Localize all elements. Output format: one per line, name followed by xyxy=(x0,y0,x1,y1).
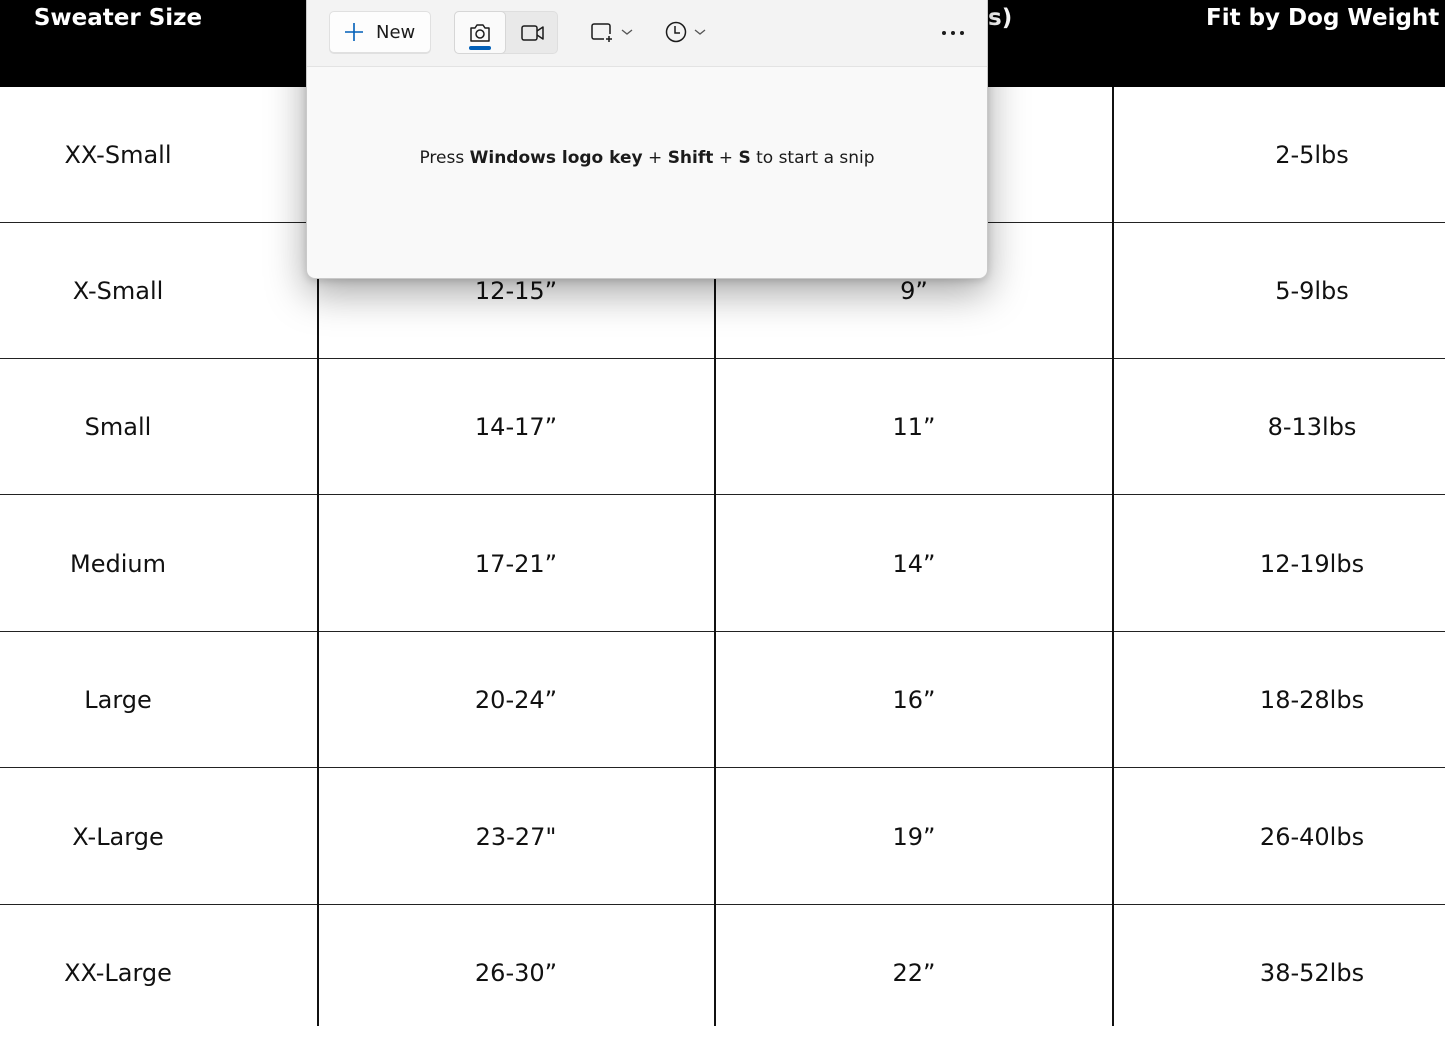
table-row: Medium 17-21” 14” 12-19lbs xyxy=(0,496,1445,632)
clock-icon xyxy=(665,21,687,43)
cell-size: Large xyxy=(84,685,152,714)
cell-col1: 23-27" xyxy=(475,822,557,851)
cell-weight: 5-9lbs xyxy=(1275,276,1349,305)
new-snip-button[interactable]: New xyxy=(329,11,431,53)
cell-weight: 38-52lbs xyxy=(1259,959,1365,987)
hint-key-shift: Shift xyxy=(667,148,714,168)
table-row: X-Large 23-27" 19” 26-40lbs xyxy=(0,769,1445,905)
snip-shape-dropdown[interactable] xyxy=(589,17,633,47)
more-options-icon xyxy=(942,31,946,35)
cell-size: XX-Small xyxy=(64,140,172,169)
rectangle-snip-icon xyxy=(591,23,612,42)
selected-indicator xyxy=(469,46,491,50)
cell-col1: 26-30” xyxy=(474,959,558,987)
cell-size: Small xyxy=(84,412,152,441)
cell-col2: 22” xyxy=(892,959,936,987)
header-fit-by-dog-weight: Fit by Dog Weight xyxy=(1206,5,1440,31)
table-row: XX-Large 26-30” 22” 38-52lbs xyxy=(0,905,1445,1041)
snip-delay-dropdown[interactable] xyxy=(664,17,706,47)
screenshot-mode-button[interactable] xyxy=(454,11,506,54)
plus-icon xyxy=(345,23,363,41)
snip-hint-text: Press Windows logo key + Shift + S to st… xyxy=(307,148,987,168)
snip-mode-toggle xyxy=(454,11,558,54)
cell-col1: 17-21” xyxy=(474,549,558,578)
hint-suffix: to start a snip xyxy=(750,148,875,168)
record-mode-button[interactable] xyxy=(507,11,559,54)
cell-size: X-Large xyxy=(72,822,164,851)
hint-plus: + xyxy=(713,148,739,168)
chevron-down-icon xyxy=(621,29,633,35)
more-options-dot xyxy=(951,31,955,35)
cell-weight: 12-19lbs xyxy=(1259,549,1365,578)
cell-col2: 11” xyxy=(892,412,936,441)
hint-prefix: Press xyxy=(419,148,470,168)
cell-weight: 2-5lbs xyxy=(1275,140,1349,169)
header-partial: s) xyxy=(988,5,1013,31)
more-options-dot xyxy=(960,31,964,35)
snipping-tool-window: New Press Windows logo key + Shift + S t… xyxy=(306,0,988,279)
cell-col2: 16” xyxy=(892,685,936,714)
table-row: Large 20-24” 16” 18-28lbs xyxy=(0,632,1445,768)
cell-col1: 14-17” xyxy=(474,412,558,441)
more-options-button[interactable] xyxy=(935,20,971,46)
video-camera-icon xyxy=(521,24,544,41)
cell-weight: 18-28lbs xyxy=(1259,685,1365,714)
cell-col2: 19” xyxy=(892,822,936,851)
hint-plus: + xyxy=(642,148,668,168)
cell-size: Medium xyxy=(70,549,166,578)
cell-weight: 26-40lbs xyxy=(1259,822,1365,851)
cell-col2: 14” xyxy=(892,549,936,578)
cell-size: XX-Large xyxy=(64,959,172,987)
column-divider xyxy=(1112,87,1114,1026)
cell-weight: 8-13lbs xyxy=(1267,412,1357,441)
hint-key-s: S xyxy=(738,148,751,168)
new-button-label: New xyxy=(376,21,416,43)
cell-size: X-Small xyxy=(72,276,164,305)
camera-icon xyxy=(470,23,490,42)
chevron-down-icon xyxy=(694,29,706,35)
hint-key-windows: Windows logo key xyxy=(469,148,643,168)
cell-col1: 20-24” xyxy=(474,685,558,714)
snipping-toolbar: New xyxy=(307,0,987,67)
table-row: Small 14-17” 11” 8-13lbs xyxy=(0,359,1445,495)
header-sweater-size: Sweater Size xyxy=(33,5,203,31)
